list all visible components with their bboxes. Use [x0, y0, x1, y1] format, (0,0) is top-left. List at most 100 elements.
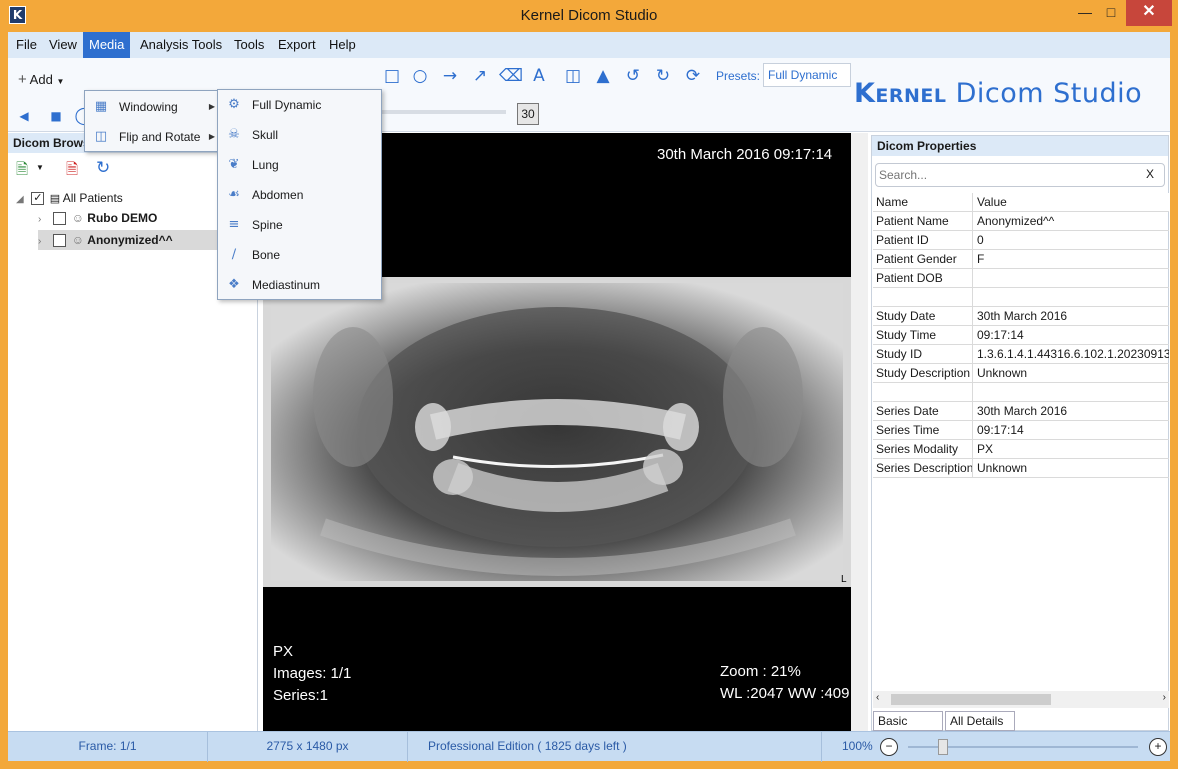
patient-label: Anonymized^^: [87, 233, 173, 247]
presets-select[interactable]: Full Dynamic: [763, 63, 851, 87]
frame-slider[interactable]: [380, 110, 506, 114]
table-row[interactable]: Series Description Unknown: [873, 459, 1169, 478]
stop-icon[interactable]: ■: [46, 106, 66, 126]
patient-checkbox[interactable]: [53, 234, 67, 248]
submenu-item-mediastinum[interactable]: ❖ Mediastinum: [218, 270, 381, 300]
table-row[interactable]: Series Time 09:17:14: [873, 421, 1169, 440]
remove-file-icon[interactable]: 🗎: [66, 159, 86, 178]
expand-icon[interactable]: ›: [38, 232, 50, 252]
status-edition: Professional Edition ( 1825 days left ): [408, 732, 822, 762]
submenu-item-spine[interactable]: ≡ Spine: [218, 210, 381, 240]
flip-vertical-icon[interactable]: ▲: [593, 66, 613, 86]
zoom-out-icon[interactable]: −: [880, 738, 898, 756]
tree-item-patient[interactable]: › ☺ Rubo DEMO: [38, 208, 157, 228]
table-row[interactable]: Patient Gender F: [873, 250, 1169, 269]
menu-view[interactable]: View: [43, 32, 83, 58]
patient-label: Rubo DEMO: [87, 211, 158, 225]
mediastinum-icon: ❖: [228, 277, 240, 292]
ruler-tool-icon[interactable]: ↗: [470, 66, 490, 86]
ellipse-tool-icon[interactable]: ○: [410, 66, 430, 86]
property-name: Series Modality: [873, 440, 973, 458]
add-file-icon[interactable]: 🗎: [16, 159, 36, 178]
menu-help[interactable]: Help: [323, 32, 362, 58]
rotate-right-icon[interactable]: ↻: [653, 66, 673, 86]
refresh-icon[interactable]: ↻: [96, 158, 116, 177]
tab-basic-detail[interactable]: Basic Detail: [873, 711, 943, 746]
table-row[interactable]: Patient ID 0: [873, 231, 1169, 250]
reset-rotation-icon[interactable]: ⟳: [683, 66, 703, 86]
menu-file[interactable]: File: [10, 32, 43, 58]
scroll-left-icon[interactable]: ‹: [876, 692, 879, 703]
menu-item-label: Flip and Rotate: [119, 130, 201, 144]
menu-analysis-tools[interactable]: Analysis Tools: [134, 32, 228, 58]
submenu-item-skull[interactable]: ☠ Skull: [218, 120, 381, 150]
status-frame: Frame: 1/1: [8, 732, 208, 762]
close-button[interactable]: ✕: [1126, 0, 1172, 26]
frame-number-box[interactable]: 30: [517, 103, 539, 125]
expand-icon[interactable]: ›: [38, 210, 50, 230]
menu-tools[interactable]: Tools: [228, 32, 270, 58]
property-value: [973, 288, 1169, 306]
zoom-in-icon[interactable]: +: [1149, 738, 1167, 756]
viewer-scrollbar[interactable]: [851, 133, 868, 731]
flip-rotate-icon: ◫: [94, 129, 108, 144]
zoom-slider-thumb[interactable]: [937, 739, 948, 755]
first-frame-icon[interactable]: ◀: [14, 106, 34, 126]
collapse-icon[interactable]: ◢: [16, 190, 28, 210]
table-row[interactable]: Patient DOB: [873, 269, 1169, 288]
table-row[interactable]: Series Modality PX: [873, 440, 1169, 459]
properties-hscrollbar[interactable]: ‹ ›: [873, 691, 1169, 708]
orientation-marker: L: [841, 574, 847, 585]
property-value: Unknown: [977, 366, 1028, 380]
chevron-down-icon[interactable]: ▼: [36, 163, 46, 172]
properties-search-input[interactable]: [879, 166, 1137, 184]
minimize-button[interactable]: —: [1072, 0, 1098, 26]
scrollbar-thumb[interactable]: [891, 694, 1051, 705]
table-row[interactable]: Study ID 1.3.6.1.4.1.44316.6.102.1.202309…: [873, 345, 1169, 364]
submenu-item-lung[interactable]: ❦ Lung: [218, 150, 381, 180]
status-bar: Frame: 1/1 2775 x 1480 px Professional E…: [8, 731, 1170, 762]
menu-item-windowing[interactable]: ▦ Windowing ▶: [85, 92, 217, 122]
table-row[interactable]: Patient Name Anonymized^^: [873, 212, 1169, 231]
tree-root-all-patients[interactable]: ◢ ✓ ▤ All Patients: [16, 188, 123, 208]
column-header-name[interactable]: Name: [873, 193, 973, 211]
column-header-value[interactable]: Value: [973, 193, 1169, 211]
table-row[interactable]: [873, 383, 1169, 402]
properties-search-box: X: [875, 163, 1165, 187]
dental-xray-image[interactable]: L: [263, 277, 851, 587]
property-value: F: [977, 252, 985, 266]
table-row[interactable]: Study Description Unknown: [873, 364, 1169, 383]
menu-item-flip-rotate[interactable]: ◫ Flip and Rotate ▶: [85, 122, 217, 152]
menu-media[interactable]: Media: [83, 32, 131, 58]
menu-export[interactable]: Export: [272, 32, 322, 58]
table-row[interactable]: Study Time 09:17:14: [873, 326, 1169, 345]
clear-search-icon[interactable]: X: [1146, 167, 1154, 181]
rotate-left-icon[interactable]: ↺: [623, 66, 643, 86]
table-row[interactable]: Series Date 30th March 2016: [873, 402, 1169, 421]
flip-horizontal-icon[interactable]: ◫: [563, 66, 583, 86]
scroll-right-icon[interactable]: ›: [1163, 692, 1166, 703]
all-patients-checkbox[interactable]: ✓: [31, 192, 45, 206]
brand-logo: Kernel Dicom Studio: [854, 78, 1142, 109]
tab-all-details[interactable]: All Details: [945, 711, 1015, 731]
arrow-tool-icon[interactable]: →: [440, 66, 460, 86]
property-name: Patient Gender: [873, 250, 973, 268]
overlay-wl-ww: WL :2047 WW :409: [720, 685, 850, 702]
patient-checkbox[interactable]: [53, 212, 67, 226]
overlay-series: Series:1: [273, 687, 329, 704]
abdomen-icon: ☙: [228, 187, 240, 202]
add-button[interactable]: + Add ▼: [18, 71, 64, 88]
eraser-tool-icon[interactable]: ⌫: [499, 66, 523, 86]
text-tool-icon[interactable]: A: [529, 66, 549, 86]
table-row[interactable]: Study Date 30th March 2016: [873, 307, 1169, 326]
status-dimensions: 2775 x 1480 px: [208, 732, 408, 762]
submenu-item-full-dynamic[interactable]: ⚙ Full Dynamic: [218, 90, 381, 120]
maximize-button[interactable]: □: [1098, 0, 1124, 26]
submenu-item-abdomen[interactable]: ☙ Abdomen: [218, 180, 381, 210]
table-header: Name Value: [873, 193, 1169, 212]
rectangle-tool-icon[interactable]: □: [382, 66, 402, 86]
table-row[interactable]: [873, 288, 1169, 307]
submenu-item-bone[interactable]: ∕ Bone: [218, 240, 381, 270]
tree-item-patient-selected[interactable]: › ☺ Anonymized^^: [38, 230, 218, 250]
property-value: Unknown: [977, 461, 1028, 475]
